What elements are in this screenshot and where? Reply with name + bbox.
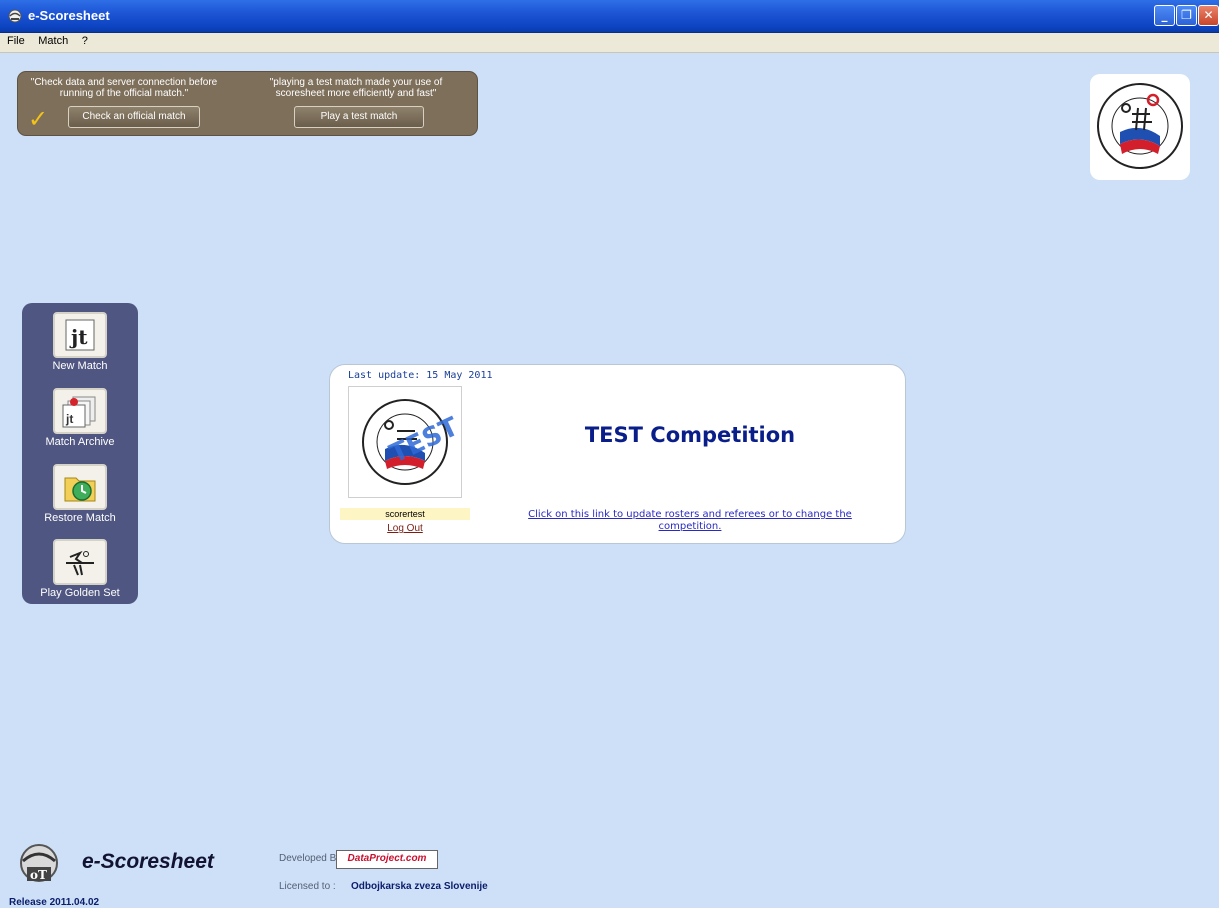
username: scorertest: [340, 508, 470, 520]
minimize-button[interactable]: _: [1154, 5, 1175, 26]
players-document-icon: jt: [53, 312, 107, 358]
main-content: "Check data and server connection before…: [9, 53, 1211, 908]
play-test-match-button[interactable]: Play a test match: [294, 106, 424, 128]
menu-bar: File Match ?: [0, 33, 1219, 53]
developed-by-label: Developed By:: [279, 853, 345, 864]
close-icon: ✕: [1203, 8, 1214, 22]
new-match-button[interactable]: jt New Match: [22, 312, 138, 372]
match-archive-label: Match Archive: [45, 436, 115, 448]
competition-card: Last update: 15 May 2011 TEST scorertest…: [329, 364, 906, 544]
last-update-text: Last update: 15 May 2011: [348, 370, 493, 381]
svg-text:oT: oT: [30, 868, 47, 882]
new-match-label: New Match: [52, 360, 108, 372]
svg-text:jt: jt: [65, 412, 73, 426]
licensee-name: Odbojkarska zveza Slovenije: [351, 881, 488, 892]
archive-icon: jt: [53, 388, 107, 434]
match-archive-button[interactable]: jt Match Archive: [22, 388, 138, 448]
competition-title: TEST Competition: [584, 423, 796, 447]
licensed-to-label: Licensed to :: [279, 881, 336, 892]
federation-logo-image: [1097, 83, 1183, 169]
logout-link[interactable]: Log Out: [340, 523, 470, 534]
competition-logo-image: TEST: [362, 399, 463, 485]
svg-text:jt: jt: [69, 325, 88, 349]
play-golden-set-button[interactable]: Play Golden Set: [22, 539, 138, 599]
developer-logo: DataProject.com: [336, 850, 438, 869]
restore-button[interactable]: ❐: [1176, 5, 1197, 26]
close-button[interactable]: ✕: [1198, 5, 1219, 26]
menu-file[interactable]: File: [4, 33, 28, 49]
check-official-match-button[interactable]: Check an official match: [68, 106, 200, 128]
restore-folder-icon: [53, 464, 107, 510]
quick-actions-panel: "Check data and server connection before…: [17, 71, 478, 136]
window-title: e-Scoresheet: [28, 8, 110, 23]
golden-set-icon: [53, 539, 107, 585]
minimize-icon: _: [1161, 8, 1168, 22]
release-version: Release 2011.04.02: [9, 897, 100, 908]
restore-match-label: Restore Match: [44, 512, 116, 524]
app-name: e-Scoresheet: [82, 850, 214, 873]
federation-logo: [1090, 74, 1190, 180]
update-rosters-link[interactable]: Click on this link to update rosters and…: [510, 509, 870, 533]
e-scoresheet-logo: oT: [20, 844, 58, 882]
play-golden-set-label: Play Golden Set: [40, 587, 120, 599]
restore-icon: ❐: [1181, 8, 1192, 22]
app-icon: [8, 9, 22, 23]
competition-logo: TEST: [348, 386, 463, 498]
restore-match-button[interactable]: Restore Match: [22, 464, 138, 524]
test-match-hint: "playing a test match made your use of s…: [269, 77, 443, 99]
title-bar: e-Scoresheet _ ❐ ✕: [0, 0, 1219, 33]
checkmark-icon: ✓: [28, 105, 49, 133]
menu-match[interactable]: Match: [35, 33, 71, 49]
menu-help[interactable]: ?: [79, 33, 91, 49]
official-match-hint: "Check data and server connection before…: [30, 77, 218, 99]
sidebar: jt New Match jt Match Archive Restore Ma…: [22, 303, 138, 604]
